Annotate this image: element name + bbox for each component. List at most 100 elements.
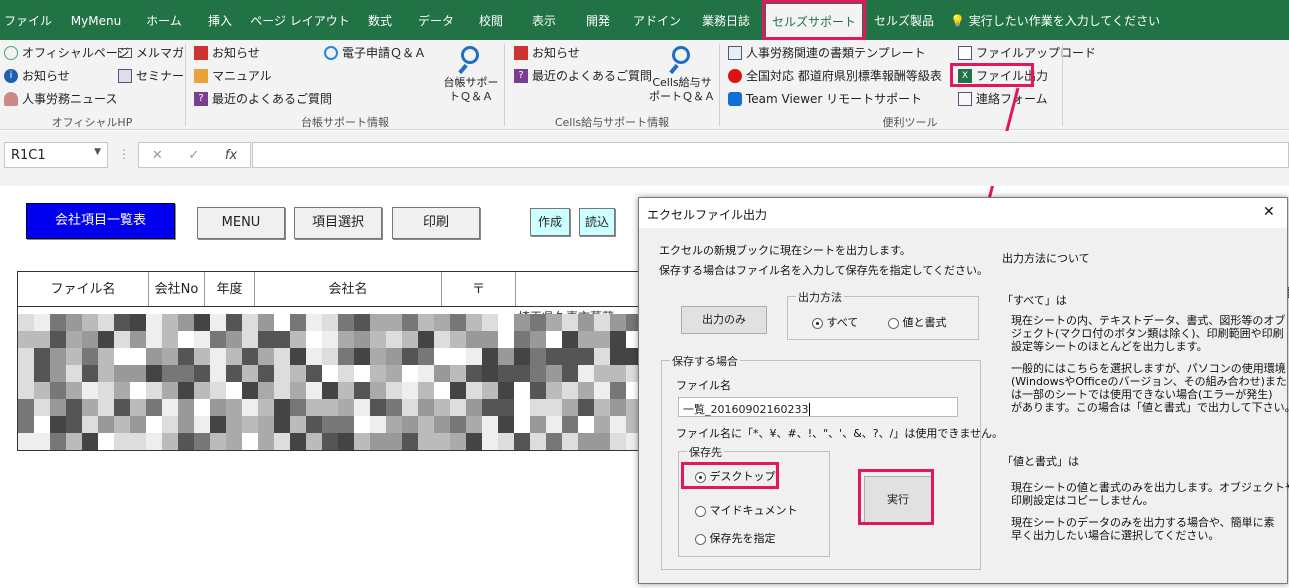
blurred-cell xyxy=(290,348,306,365)
blurred-cell xyxy=(194,416,210,433)
blurred-cell xyxy=(50,399,66,416)
dest-custom-radio[interactable]: 保存先を指定 xyxy=(695,530,776,546)
blurred-cell xyxy=(450,433,466,450)
blurred-cell xyxy=(34,331,50,348)
blurred-cell xyxy=(50,382,66,399)
blurred-cell xyxy=(450,365,466,382)
daicho-faq-button[interactable]: ? 最近のよくあるご質問 xyxy=(194,90,332,107)
blurred-cell xyxy=(498,331,514,348)
tell-me-text: 実行したい作業を入力してください xyxy=(968,14,1161,28)
cells-news-label: お知らせ xyxy=(532,46,580,60)
create-button[interactable]: 作成 xyxy=(530,208,570,236)
e-application-qa-label: 電子申請Ｑ＆Ａ xyxy=(342,46,427,60)
tab-formulas[interactable]: 数式 xyxy=(354,0,406,40)
tab-cells-support[interactable]: セルズサポート xyxy=(766,4,862,40)
tab-cells-products[interactable]: セルズ製品 xyxy=(866,0,942,40)
tab-data[interactable]: データ xyxy=(408,0,464,40)
filename-input[interactable]: 一覧_20160902160233 xyxy=(678,397,958,417)
dest-mydoc-radio[interactable]: マイドキュメント xyxy=(695,502,798,518)
manual-label: マニュアル xyxy=(212,69,272,83)
blurred-cell xyxy=(418,331,434,348)
blurred-cell xyxy=(450,348,466,365)
close-icon[interactable]: ✕ xyxy=(1263,204,1275,220)
blurred-cell xyxy=(242,314,258,331)
salary-grade-table-button[interactable]: 全国対応 都道府県別標準報酬等級表 xyxy=(728,67,942,84)
blurred-cell xyxy=(578,314,594,331)
method-all-radio[interactable]: すべて xyxy=(812,314,858,330)
tab-review[interactable]: 校閲 xyxy=(466,0,516,40)
blurred-cell xyxy=(530,331,546,348)
cells-qa-button[interactable]: Cells給与サポートＱ＆Ａ xyxy=(648,44,716,104)
menu-button[interactable]: MENU xyxy=(197,207,285,239)
seminar-button[interactable]: セミナー xyxy=(118,67,184,84)
blurred-cell xyxy=(354,399,370,416)
excel-file-output-dialog: エクセルファイル出力 ✕ エクセルの新規ブックに現在シートを出力します。 保存す… xyxy=(638,197,1289,584)
blurred-cell xyxy=(610,382,626,399)
tab-addins[interactable]: アドイン xyxy=(626,0,688,40)
blurred-cell xyxy=(242,331,258,348)
company-list-button[interactable]: 会社項目一覧表 xyxy=(26,203,175,239)
insert-function-icon[interactable]: fx xyxy=(225,148,237,163)
official-page-button[interactable]: オフィシャルページ xyxy=(4,44,130,61)
tab-developer[interactable]: 開発 xyxy=(572,0,624,40)
name-box[interactable]: R1C1 ▼ xyxy=(4,142,108,168)
e-application-qa-button[interactable]: 電子申請Ｑ＆Ａ xyxy=(324,44,426,61)
tab-file[interactable]: ファイル xyxy=(0,0,56,40)
blurred-cell xyxy=(562,416,578,433)
blurred-cell xyxy=(82,416,98,433)
blurred-cell xyxy=(34,433,50,450)
tab-work-diary[interactable]: 業務日誌 xyxy=(690,0,762,40)
blurred-cell xyxy=(482,331,498,348)
mailmag-button[interactable]: メルマガ xyxy=(118,44,184,61)
blurred-cell xyxy=(402,348,418,365)
blurred-cell xyxy=(178,416,194,433)
read-button[interactable]: 読込 xyxy=(579,208,615,236)
output-only-button[interactable]: 出力のみ xyxy=(681,306,767,334)
dest-desktop-radio[interactable]: デスクトップ xyxy=(695,468,776,484)
tab-insert[interactable]: 挿入 xyxy=(194,0,246,40)
print-button[interactable]: 印刷 xyxy=(392,207,480,239)
blurred-cell xyxy=(98,399,114,416)
group-label-cells: Cells給与サポート情報 xyxy=(554,116,670,129)
ribbon: オフィシャルページ メルマガ i お知らせ セミナー 人事労務ニュース オフィシ… xyxy=(0,40,1289,130)
enter-icon[interactable]: ✓ xyxy=(188,148,199,163)
blurred-cell xyxy=(578,331,594,348)
item-select-button[interactable]: 項目選択 xyxy=(294,207,382,239)
file-upload-button[interactable]: ファイルアップロード xyxy=(958,44,1096,61)
tab-view[interactable]: 表示 xyxy=(518,0,570,40)
official-news-button[interactable]: i お知らせ xyxy=(4,67,70,84)
blurred-cell xyxy=(466,365,482,382)
tab-page-layout[interactable]: ページ レイアウト xyxy=(248,0,352,40)
people-icon xyxy=(4,91,18,106)
excel-window: ファイル MyMenu ホーム 挿入 ページ レイアウト 数式 データ 校閲 表… xyxy=(0,0,1289,588)
blurred-cell xyxy=(290,382,306,399)
blurred-cell xyxy=(130,348,146,365)
blurred-cell xyxy=(114,416,130,433)
blurred-cell xyxy=(418,399,434,416)
blurred-cell xyxy=(450,331,466,348)
hr-news-button[interactable]: 人事労務ニュース xyxy=(4,90,117,107)
daicho-news-button[interactable]: お知らせ xyxy=(194,44,260,61)
blurred-cell xyxy=(546,433,562,450)
blurred-cell xyxy=(418,348,434,365)
execute-button[interactable]: 実行 xyxy=(864,476,932,524)
blurred-cell xyxy=(402,399,418,416)
formula-input[interactable] xyxy=(252,142,1289,168)
tell-me-search[interactable]: 💡 実行したい作業を入力してください xyxy=(950,0,1160,40)
daicho-qa-button[interactable]: 台帳サポートＱ＆Ａ xyxy=(440,44,502,104)
blurred-cell xyxy=(322,416,338,433)
method-values-radio[interactable]: 値と書式 xyxy=(888,314,947,330)
template-button[interactable]: 人事労務関連の書類テンプレート xyxy=(728,44,926,61)
cells-faq-button[interactable]: ? 最近のよくあるご質問 xyxy=(514,67,652,84)
manual-button[interactable]: マニュアル xyxy=(194,67,272,84)
tab-mymenu[interactable]: MyMenu xyxy=(60,0,132,40)
blurred-cell xyxy=(210,382,226,399)
cells-news-button[interactable]: お知らせ xyxy=(514,44,580,61)
teamviewer-button[interactable]: Team Viewer リモートサポート xyxy=(728,90,922,107)
tab-home[interactable]: ホーム xyxy=(136,0,192,40)
cancel-icon[interactable]: ✕ xyxy=(152,148,163,163)
blurred-cell xyxy=(50,433,66,450)
file-output-button[interactable]: X ファイル出力 xyxy=(958,67,1048,84)
blurred-cell xyxy=(450,416,466,433)
blurred-cell xyxy=(146,314,162,331)
